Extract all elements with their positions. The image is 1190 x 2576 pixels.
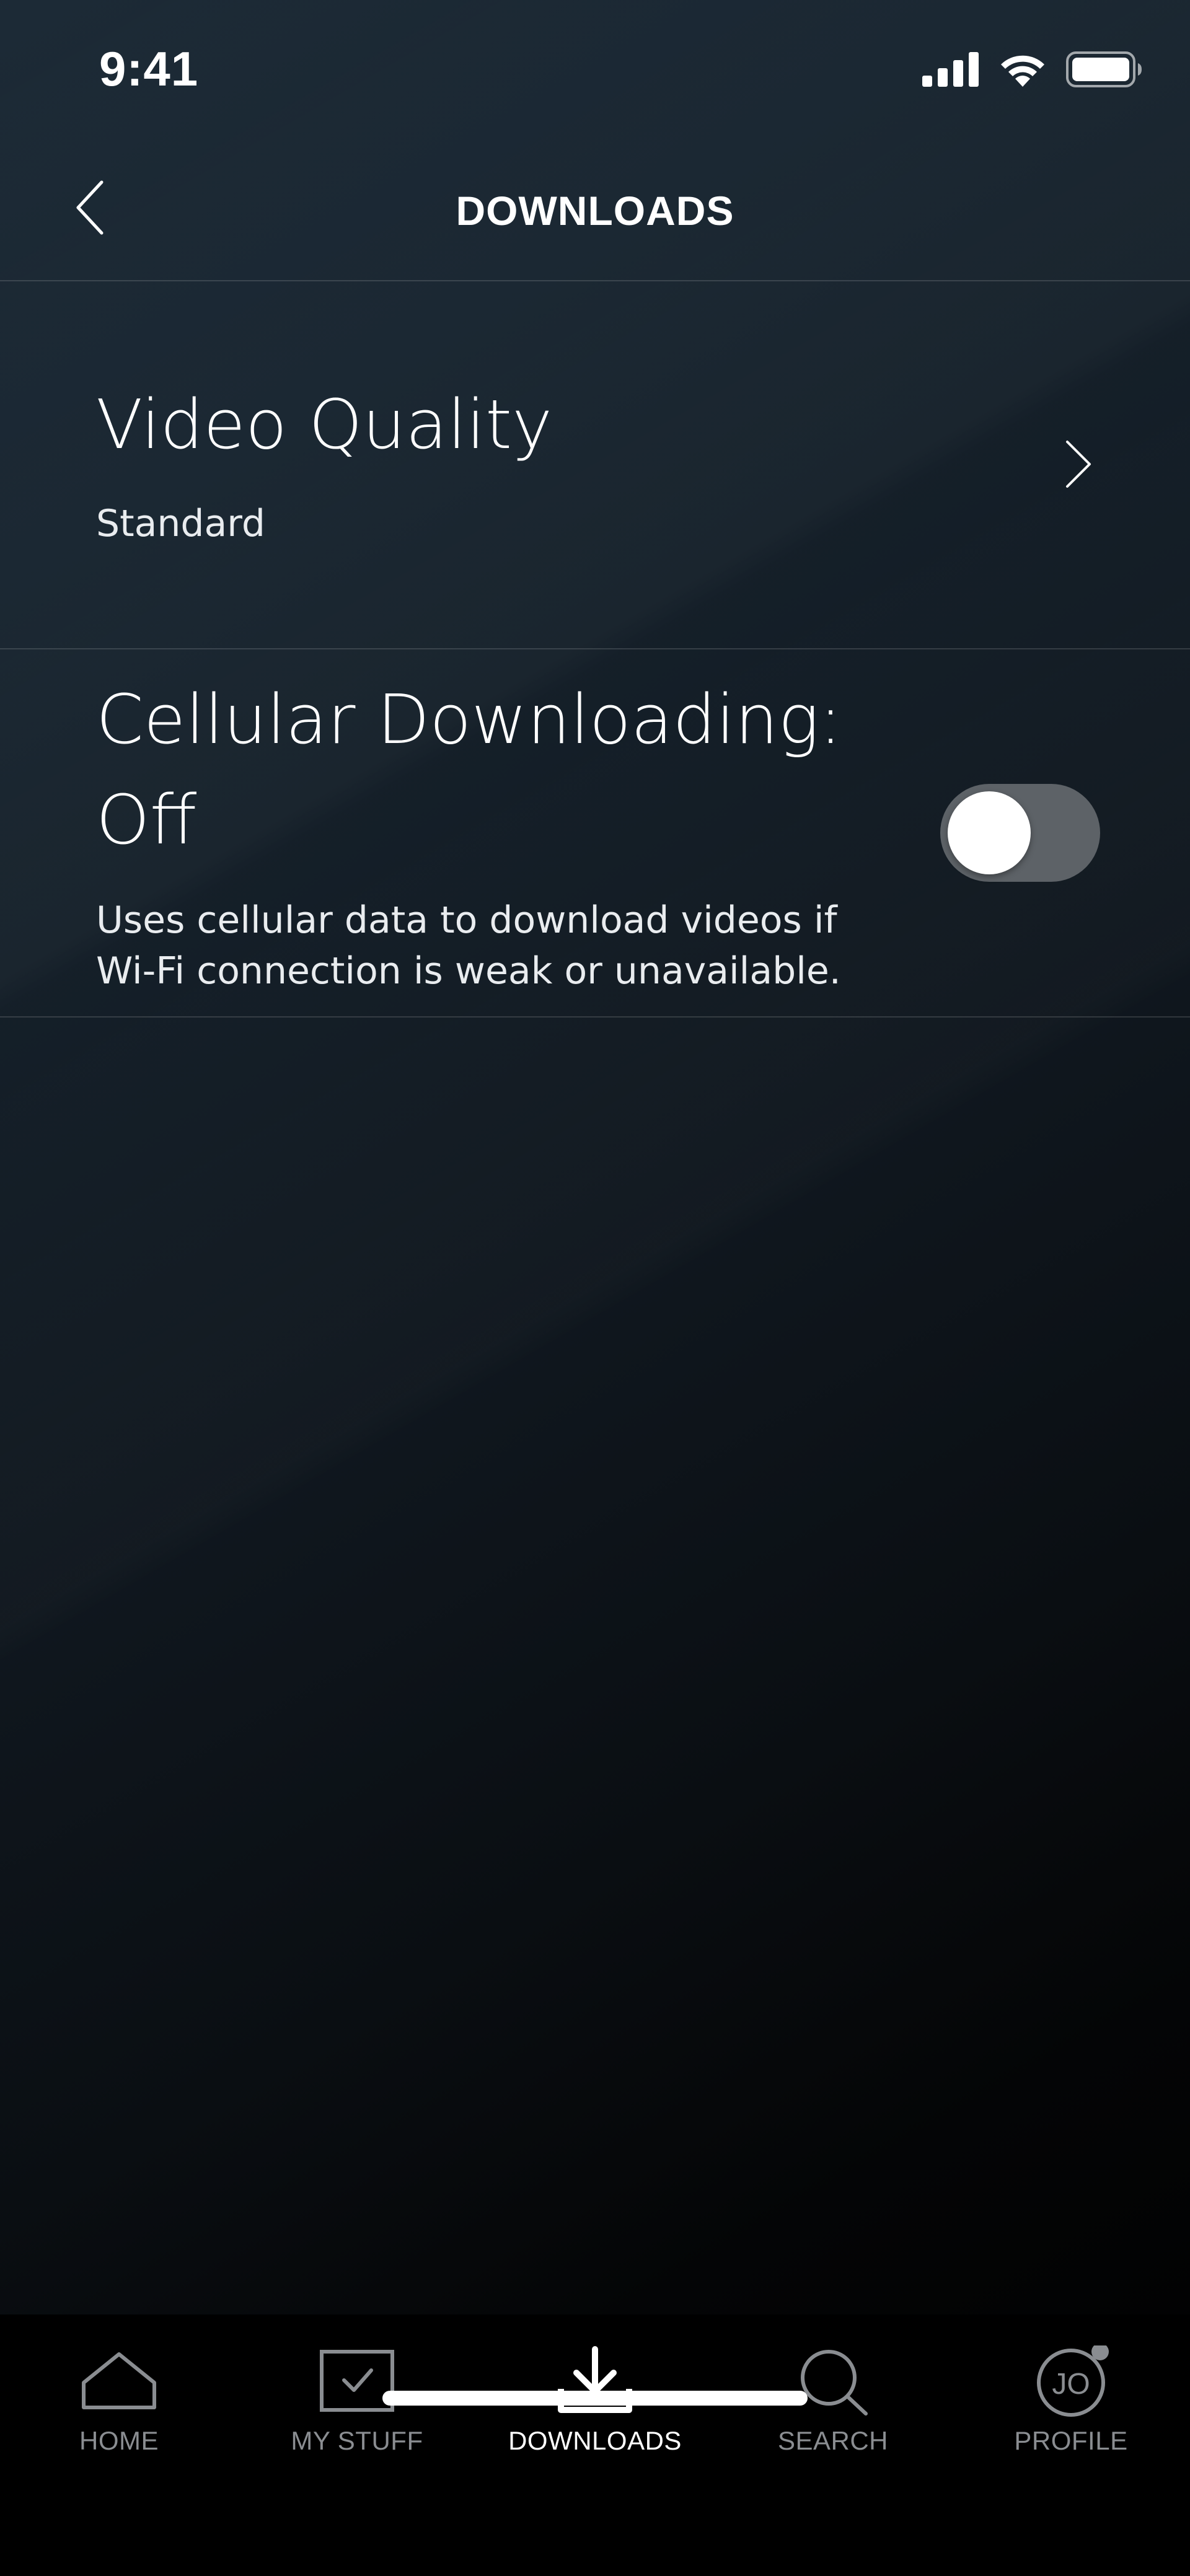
status-bar: 9:41 (0, 0, 1190, 149)
cellular-downloading-description: Uses cellular data to download videos if… (96, 899, 841, 993)
video-quality-title: Video Quality (96, 385, 553, 464)
my-stuff-icon (320, 2350, 394, 2412)
video-quality-value: Standard (96, 502, 265, 545)
avatar-initials: JO (1052, 2368, 1090, 2401)
nav-label-search: SEARCH (777, 2426, 889, 2455)
video-quality-row[interactable]: Video Quality Standard (0, 281, 1190, 649)
battery-icon (1066, 51, 1142, 87)
profile-avatar-icon: JO (1037, 2345, 1109, 2417)
signal-icon (922, 52, 979, 87)
bottom-nav: HOME MY STUFF DOWNLOADS SEARCH JO PROFIL… (0, 2314, 1190, 2576)
nav-item-downloads[interactable]: DOWNLOADS (476, 2345, 714, 2494)
cellular-downloading-title: Cellular Downloading: Off (96, 680, 842, 859)
nav-label-my-stuff: MY STUFF (291, 2426, 423, 2455)
home-icon (82, 2352, 156, 2409)
chevron-right-icon (1066, 441, 1091, 488)
nav-item-home[interactable]: HOME (0, 2345, 238, 2494)
search-icon (801, 2350, 868, 2416)
downloads-settings-screen: 9:41 DOWNLOADS Video Quality Standard Ce… (0, 0, 1190, 2576)
download-icon (558, 2346, 632, 2413)
cellular-downloading-toggle[interactable] (940, 784, 1100, 882)
page-title: DOWNLOADS (456, 188, 734, 234)
header: DOWNLOADS (0, 149, 1190, 281)
wifi-icon (1001, 55, 1044, 87)
nav-label-profile: PROFILE (1014, 2426, 1128, 2455)
home-indicator (382, 2391, 808, 2406)
nav-item-profile[interactable]: JO PROFILE (952, 2345, 1190, 2494)
nav-label-home: HOME (79, 2426, 159, 2455)
toggle-knob (948, 791, 1031, 874)
nav-label-downloads: DOWNLOADS (508, 2426, 682, 2455)
status-icons (922, 51, 1143, 88)
nav-item-my-stuff[interactable]: MY STUFF (238, 2345, 476, 2494)
cellular-downloading-row: Cellular Downloading: Off Uses cellular … (0, 649, 1190, 1018)
nav-item-search[interactable]: SEARCH (714, 2345, 952, 2494)
status-time: 9:41 (99, 42, 199, 96)
